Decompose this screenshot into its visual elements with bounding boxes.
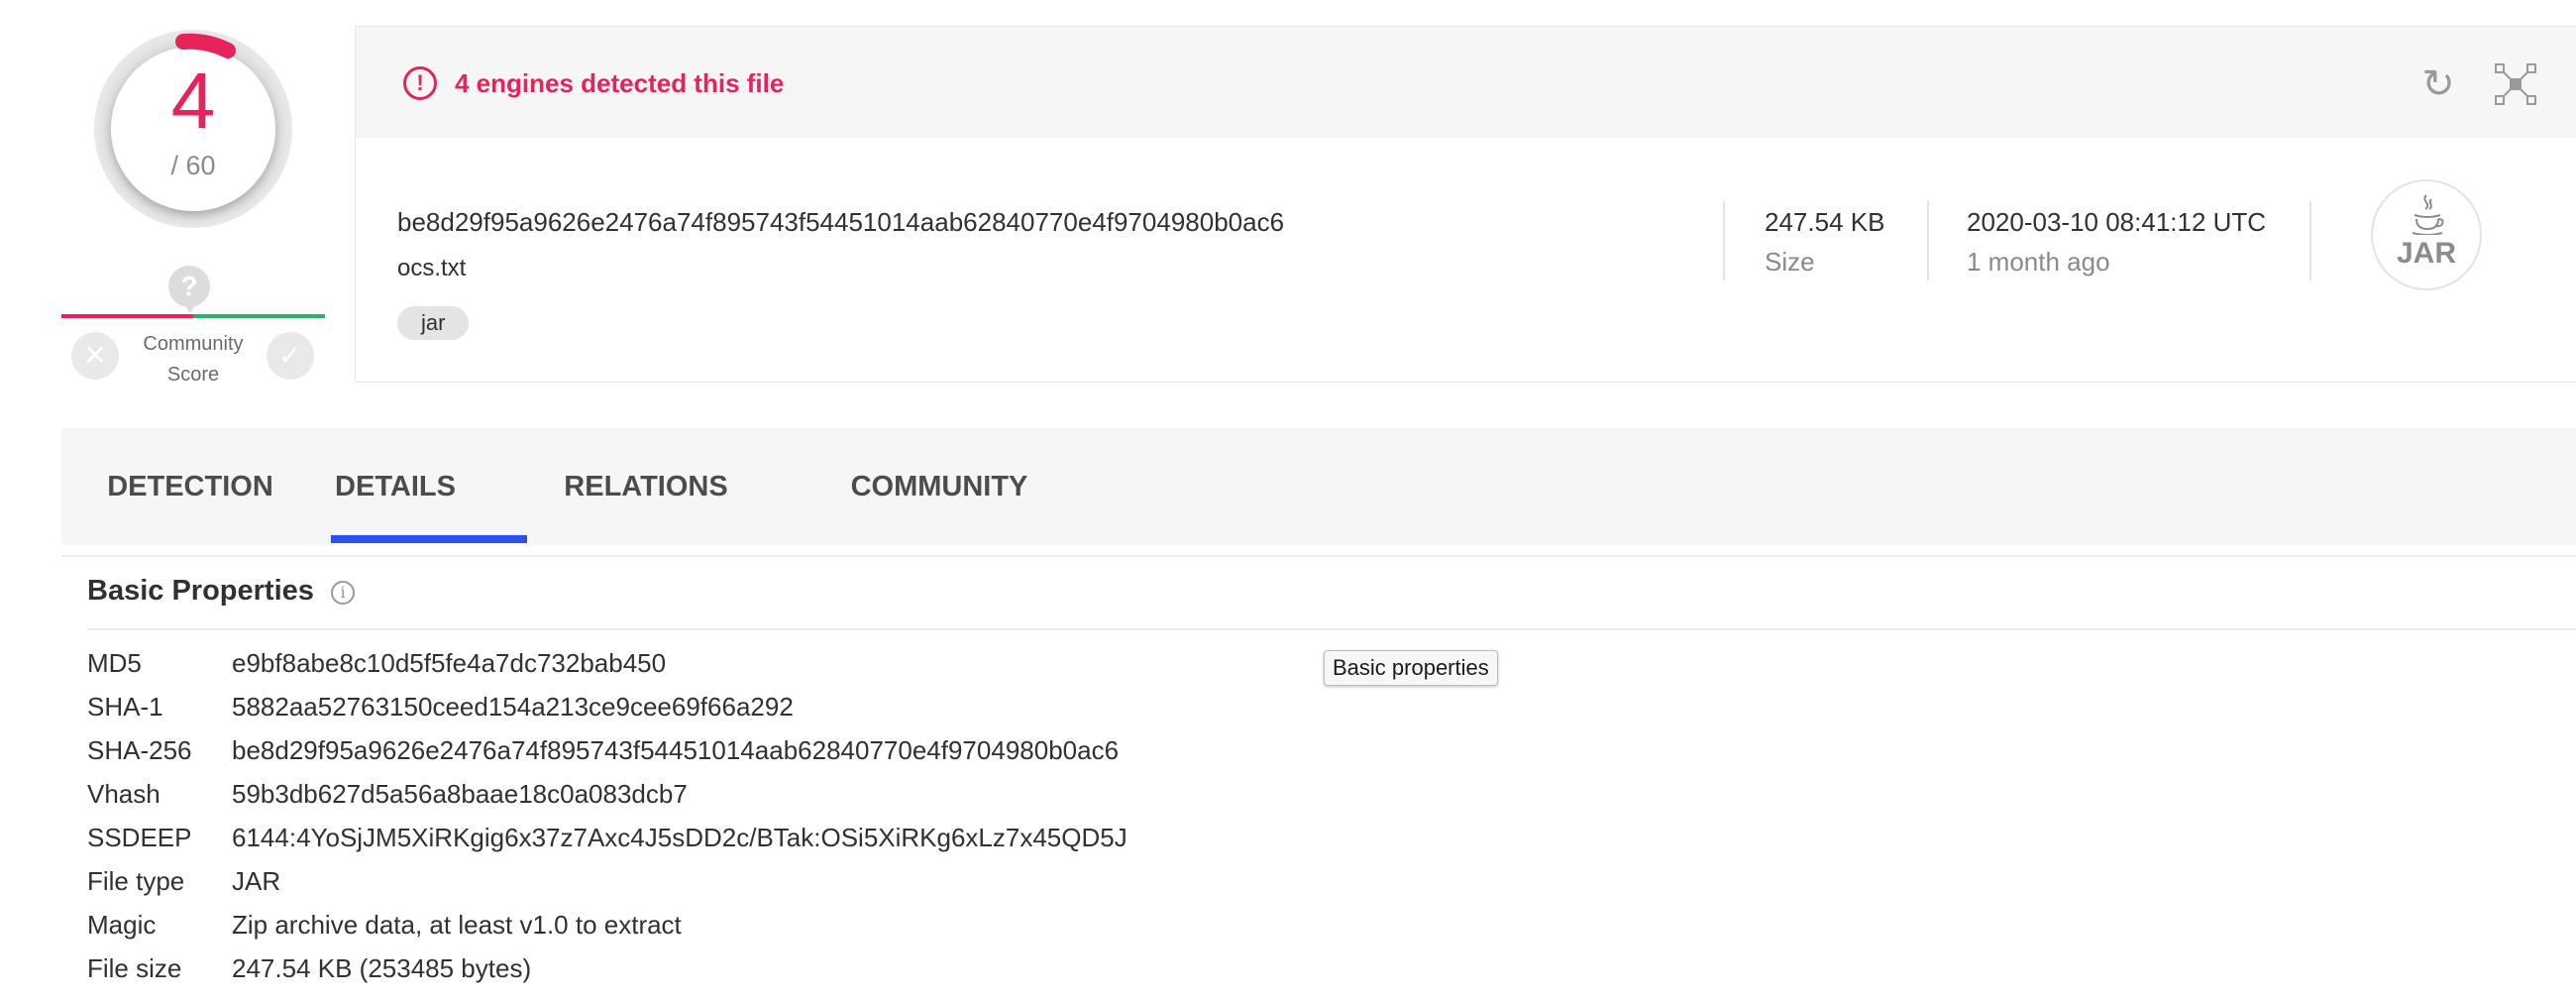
vote-harmless-button[interactable]: ✓ — [267, 332, 314, 380]
community-score-label: Community Score — [143, 333, 244, 386]
engines-total: / 60 — [170, 151, 216, 180]
detection-alert-bar: ! 4 engines detected this file ↻ — [356, 27, 2576, 138]
graph-view-icon[interactable] — [2494, 62, 2537, 106]
property-key: File type — [87, 866, 185, 896]
property-key: SHA-1 — [87, 692, 163, 722]
divider — [61, 555, 2576, 557]
property-value[interactable]: be8d29f95a9626e2476a74f895743f54451014aa… — [232, 735, 1119, 766]
file-type-label: JAR — [2396, 237, 2456, 270]
file-summary-card: ! 4 engines detected this file ↻ be8d29f… — [355, 26, 2576, 383]
tab-bar: DETECTION DETAILS RELATIONS COMMUNITY — [61, 428, 2576, 545]
divider — [1927, 201, 1929, 280]
file-sha256[interactable]: be8d29f95a9626e2476a74f895743f54451014aa… — [397, 207, 1284, 238]
file-size-value: 247.54 KB — [1765, 207, 1885, 237]
tooltip: Basic properties — [1324, 650, 1498, 686]
tab-detection[interactable]: DETECTION — [101, 428, 279, 545]
property-key: Vhash — [87, 779, 161, 809]
property-key: SHA-256 — [87, 735, 192, 765]
file-name: ocs.txt — [397, 255, 467, 281]
property-key: SSDEEP — [87, 823, 192, 852]
vote-malicious-button[interactable]: ✕ — [71, 332, 119, 380]
detection-score-arc — [175, 33, 236, 58]
file-size-label: Size — [1765, 247, 1815, 277]
tab-details[interactable]: DETAILS — [331, 428, 460, 545]
file-type-icon: JAR — [2371, 179, 2482, 290]
property-value[interactable]: 5882aa52763150ceed154a213ce9cee69f66a292 — [232, 692, 794, 723]
analysis-date-relative: 1 month ago — [1967, 247, 2110, 277]
info-icon[interactable]: i — [331, 581, 355, 605]
detection-score-widget: 4 / 60 ? ✕ Community Score ✓ — [61, 20, 325, 386]
property-value[interactable]: 6144:4YoSjJM5XiRKgig6x37z7Axc4J5sDD2c/BT… — [232, 823, 1127, 853]
property-value[interactable]: e9bf8abe8c10d5f5fe4a7dc732bab450 — [232, 648, 666, 679]
detection-alert-text: 4 engines detected this file — [455, 68, 785, 98]
java-cup-icon — [2412, 194, 2444, 235]
detection-count: 4 — [170, 56, 216, 145]
property-value: Zip archive data, at least v1.0 to extra… — [232, 910, 682, 940]
property-key: Magic — [87, 910, 157, 940]
analysis-date: 2020-03-10 08:41:12 UTC — [1967, 207, 2267, 237]
file-tag[interactable]: jar — [397, 306, 470, 340]
reanalyze-icon[interactable]: ↻ — [2416, 62, 2460, 106]
tab-relations[interactable]: RELATIONS — [557, 428, 735, 545]
community-score-bar — [61, 314, 325, 318]
property-value: JAR — [232, 866, 281, 896]
property-value: 247.54 KB (253485 bytes) — [232, 953, 532, 983]
divider — [1723, 201, 1725, 280]
community-score-marker-tail — [182, 301, 198, 313]
active-tab-indicator — [331, 535, 527, 543]
divider — [87, 628, 2576, 630]
divider — [2309, 201, 2311, 280]
property-value[interactable]: 59b3db627d5a56a8baae18c0a083dcb7 — [232, 779, 688, 810]
section-title: Basic Properties — [87, 575, 314, 607]
tab-community[interactable]: COMMUNITY — [840, 428, 1038, 545]
alert-icon: ! — [403, 66, 437, 100]
property-key: File size — [87, 953, 182, 983]
property-key: MD5 — [87, 648, 142, 678]
